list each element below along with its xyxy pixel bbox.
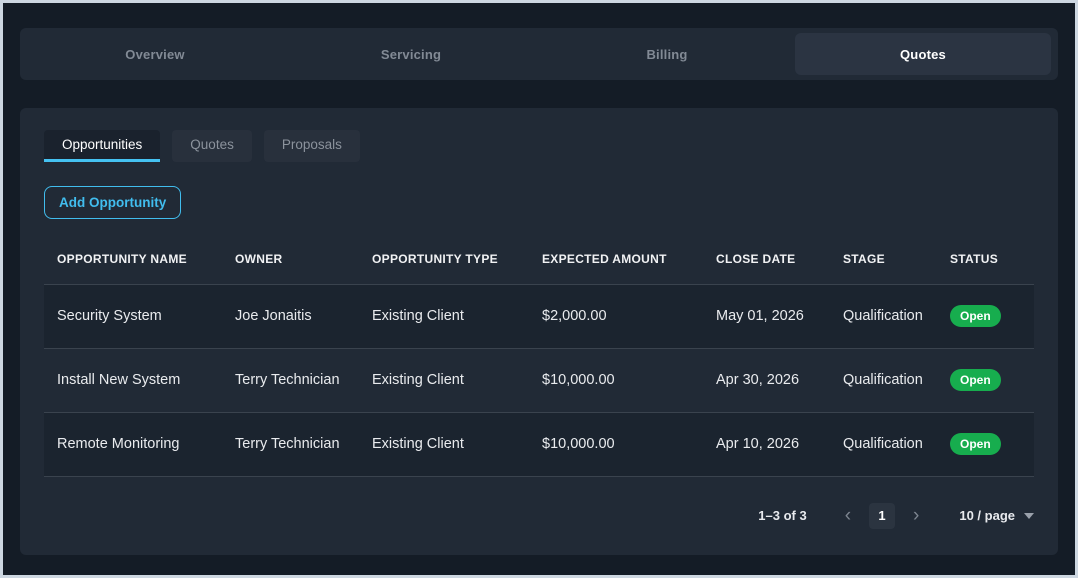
- content-card: Opportunities Quotes Proposals Add Opportu…: [20, 108, 1058, 555]
- column-header-status: STATUS: [937, 235, 1034, 284]
- subtab-quotes[interactable]: Quotes: [172, 130, 252, 162]
- cell-name: Remote Monitoring: [44, 412, 222, 476]
- table-body: Security SystemJoe JonaitisExisting Clie…: [44, 284, 1034, 476]
- status-badge: Open: [950, 369, 1001, 391]
- cell-amount: $10,000.00: [529, 412, 703, 476]
- table-header: OPPORTUNITY NAMEOWNEROPPORTUNITY TYPEEXP…: [44, 235, 1034, 284]
- cell-close_date: Apr 10, 2026: [703, 412, 830, 476]
- cell-owner: Terry Technician: [222, 412, 359, 476]
- page-size-select[interactable]: 10 / page: [959, 508, 1034, 523]
- next-page-button[interactable]: ›: [903, 506, 929, 525]
- status-badge: Open: [950, 433, 1001, 455]
- column-header-name: OPPORTUNITY NAME: [44, 235, 222, 284]
- cell-type: Existing Client: [359, 284, 529, 348]
- top-tab-bar: OverviewServicingBillingQuotes: [20, 28, 1058, 80]
- cell-status: Open: [937, 348, 1034, 412]
- cell-close_date: May 01, 2026: [703, 284, 830, 348]
- column-header-amount: EXPECTED AMOUNT: [529, 235, 703, 284]
- table-header-row: OPPORTUNITY NAMEOWNEROPPORTUNITY TYPEEXP…: [44, 235, 1034, 284]
- cell-owner: Terry Technician: [222, 348, 359, 412]
- cell-stage: Qualification: [830, 348, 937, 412]
- tab-quotes[interactable]: Quotes: [795, 33, 1051, 75]
- cell-close_date: Apr 30, 2026: [703, 348, 830, 412]
- table-row[interactable]: Security SystemJoe JonaitisExisting Clie…: [44, 284, 1034, 348]
- pagination-bar: 1–3 of 3 ‹ 1 › 10 / page: [44, 503, 1034, 529]
- table-row[interactable]: Remote MonitoringTerry TechnicianExistin…: [44, 412, 1034, 476]
- app-root: OverviewServicingBillingQuotes Opportuni…: [0, 0, 1078, 578]
- cell-status: Open: [937, 412, 1034, 476]
- prev-page-button[interactable]: ‹: [835, 506, 861, 525]
- cell-status: Open: [937, 284, 1034, 348]
- cell-stage: Qualification: [830, 284, 937, 348]
- column-header-stage: STAGE: [830, 235, 937, 284]
- pagination-range: 1–3 of 3: [758, 508, 806, 523]
- subtab-bar: Opportunities Quotes Proposals: [44, 130, 1034, 162]
- column-header-type: OPPORTUNITY TYPE: [359, 235, 529, 284]
- cell-type: Existing Client: [359, 348, 529, 412]
- cell-amount: $10,000.00: [529, 348, 703, 412]
- column-header-owner: OWNER: [222, 235, 359, 284]
- chevron-down-icon: [1024, 513, 1034, 519]
- status-badge: Open: [950, 305, 1001, 327]
- subtab-opportunities[interactable]: Opportunities: [44, 130, 160, 162]
- add-opportunity-button[interactable]: Add Opportunity: [44, 186, 181, 219]
- cell-name: Install New System: [44, 348, 222, 412]
- cell-owner: Joe Jonaitis: [222, 284, 359, 348]
- table-row[interactable]: Install New SystemTerry TechnicianExisti…: [44, 348, 1034, 412]
- cell-amount: $2,000.00: [529, 284, 703, 348]
- tab-overview[interactable]: Overview: [27, 33, 283, 75]
- column-header-close_date: CLOSE DATE: [703, 235, 830, 284]
- current-page-button[interactable]: 1: [869, 503, 895, 529]
- subtab-proposals[interactable]: Proposals: [264, 130, 360, 162]
- opportunities-table: OPPORTUNITY NAMEOWNEROPPORTUNITY TYPEEXP…: [44, 235, 1034, 477]
- page-size-label: 10 / page: [959, 508, 1015, 523]
- cell-name: Security System: [44, 284, 222, 348]
- cell-type: Existing Client: [359, 412, 529, 476]
- tab-billing[interactable]: Billing: [539, 33, 795, 75]
- cell-stage: Qualification: [830, 412, 937, 476]
- tab-servicing[interactable]: Servicing: [283, 33, 539, 75]
